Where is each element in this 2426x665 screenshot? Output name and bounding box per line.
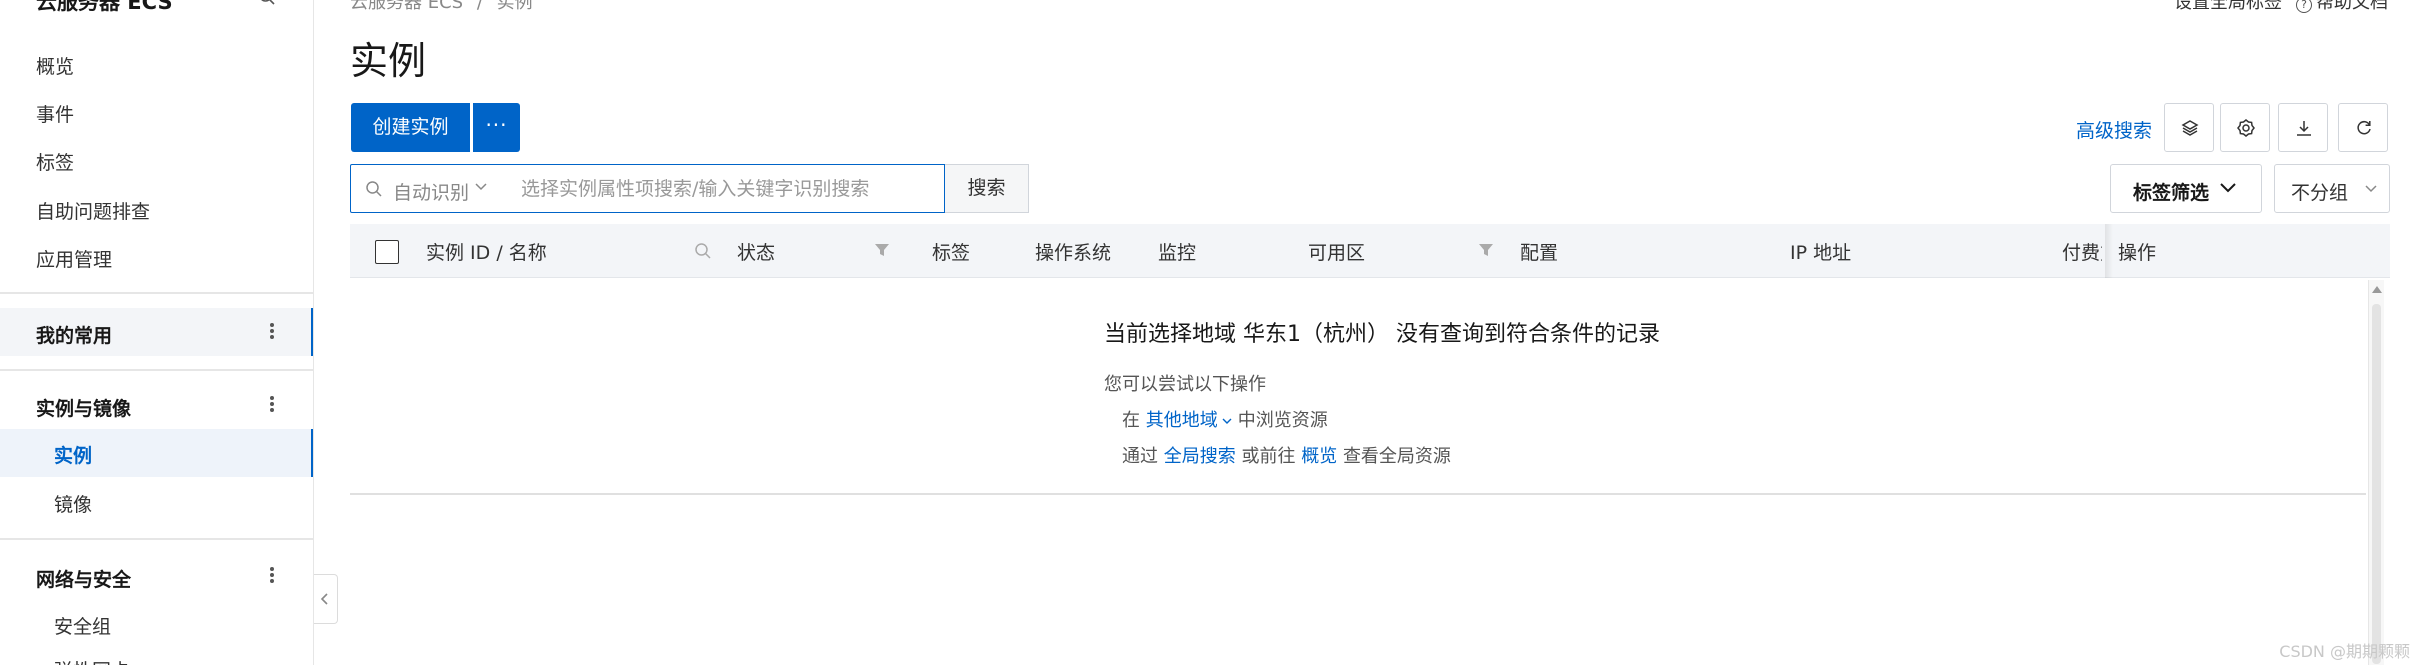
column-spec: 配置 <box>1520 242 1559 264</box>
sidebar-title: 云服务器 ECS <box>36 0 173 14</box>
more-icon[interactable] <box>268 321 276 341</box>
overview-link[interactable]: 概览 <box>1301 446 1337 467</box>
page-title: 实例 <box>350 39 427 83</box>
sidebar-collapse-handle[interactable] <box>314 574 338 624</box>
sidebar: 云服务器 ECS 概览 事件 标签 自助问题排查 应用管理 我的常用 实例与镜像… <box>0 0 314 665</box>
sidebar-item-label: 实例 <box>54 445 93 467</box>
global-search-link[interactable]: 全局搜索 <box>1164 446 1236 467</box>
chevron-left-icon <box>320 593 328 605</box>
chevron-down-icon <box>2220 183 2236 193</box>
sidebar-group-network-security[interactable]: 网络与安全 <box>0 552 313 600</box>
empty-state-suggestion: 在 其他地域 中浏览资源 <box>1122 406 1660 432</box>
sticky-column-shadow <box>2105 224 2113 278</box>
column-billing: 付费方式 <box>2062 242 2102 264</box>
column-monitoring: 监控 <box>1158 242 1197 264</box>
scrollbar-thumb[interactable] <box>2372 304 2381 664</box>
sidebar-group-favorites[interactable]: 我的常用 <box>0 308 313 356</box>
filter-icon[interactable] <box>1478 242 1494 258</box>
refresh-button[interactable] <box>2338 103 2388 152</box>
sidebar-item-security-groups[interactable]: 安全组 <box>54 612 111 639</box>
search-mode-select[interactable]: 自动识别 <box>393 178 469 205</box>
chevron-down-icon[interactable] <box>475 183 487 191</box>
instance-search-box[interactable]: 自动识别 <box>350 164 945 213</box>
top-links: 设置全局标签 ? 帮助文档 <box>2174 0 2388 14</box>
column-actions: 操作 <box>2118 242 2157 264</box>
empty-state: 当前选择地域 华东1（杭州） 没有查询到符合条件的记录 您可以尝试以下操作 在 … <box>1104 316 1660 468</box>
suggestion-text: 中浏览资源 <box>1237 410 1328 431</box>
column-os: 操作系统 <box>1035 242 1112 264</box>
sidebar-item-events[interactable]: 事件 <box>36 100 74 127</box>
sidebar-item-troubleshoot[interactable]: 自助问题排查 <box>36 197 150 224</box>
select-all-checkbox[interactable] <box>375 240 399 264</box>
advanced-search-link[interactable]: 高级搜索 <box>2076 116 2152 143</box>
layers-button[interactable] <box>2164 103 2214 152</box>
sidebar-item-eni[interactable]: 弹性网卡 <box>54 656 130 665</box>
sidebar-item-tags[interactable]: 标签 <box>36 148 74 175</box>
column-status: 状态 <box>737 242 776 264</box>
other-regions-link[interactable]: 其他地域 <box>1146 410 1218 431</box>
refresh-icon <box>2357 120 2371 135</box>
empty-state-subtitle: 您可以尝试以下操作 <box>1104 374 1266 395</box>
suggestion-text: 在 <box>1122 410 1140 431</box>
column-ip: IP 地址 <box>1790 242 1852 264</box>
sidebar-item-instances[interactable]: 实例 <box>0 429 313 477</box>
breadcrumb-item[interactable]: 云服务器 ECS <box>350 0 463 13</box>
empty-state-title: 当前选择地域 华东1（杭州） 没有查询到符合条件的记录 <box>1104 322 1660 347</box>
column-instance-id: 实例 ID / 名称 <box>426 242 547 264</box>
empty-state-suggestion: 通过 全局搜索 或前往 概览 查看全局资源 <box>1122 442 1660 468</box>
sidebar-divider <box>0 538 313 540</box>
table-header: 实例 ID / 名称 状态 标签 操作系统 监控 可用区 配置 IP 地址 付费… <box>350 224 2390 278</box>
gear-icon <box>2237 119 2255 137</box>
more-actions-button[interactable]: ··· <box>473 103 520 152</box>
sidebar-item-images[interactable]: 镜像 <box>54 490 92 517</box>
sidebar-item-app-management[interactable]: 应用管理 <box>36 245 112 272</box>
search-input[interactable] <box>521 175 931 203</box>
sidebar-group-label: 我的常用 <box>36 325 113 347</box>
search-icon <box>366 181 382 197</box>
filter-icon[interactable] <box>874 242 890 258</box>
tag-filter-label: 标签筛选 <box>2133 182 2210 204</box>
download-button[interactable] <box>2278 103 2328 152</box>
global-tag-settings-link[interactable]: 设置全局标签 <box>2174 0 2282 14</box>
search-icon[interactable] <box>258 0 276 6</box>
table-bottom-border <box>350 493 2366 495</box>
more-icon[interactable] <box>268 394 276 414</box>
suggestion-text: 查看全局资源 <box>1342 446 1451 467</box>
layers-icon <box>2181 120 2199 136</box>
more-icon[interactable] <box>268 565 276 585</box>
breadcrumb-separator: / <box>476 0 483 13</box>
sidebar-group-instances-images[interactable]: 实例与镜像 <box>0 381 313 429</box>
sidebar-group-label: 实例与镜像 <box>36 398 132 420</box>
sidebar-divider <box>0 292 313 294</box>
sidebar-header: 云服务器 ECS <box>0 0 313 16</box>
chevron-down-icon <box>2365 185 2377 193</box>
suggestion-text: 或前往 <box>1241 446 1296 467</box>
tag-filter-dropdown[interactable]: 标签筛选 <box>2110 164 2262 213</box>
group-by-select[interactable]: 不分组 <box>2274 164 2390 213</box>
create-instance-button[interactable]: 创建实例 <box>351 103 470 152</box>
download-icon <box>2297 121 2311 136</box>
chevron-down-icon[interactable] <box>1222 418 1232 425</box>
suggestion-text: 通过 <box>1122 446 1158 467</box>
settings-button[interactable] <box>2220 103 2270 152</box>
breadcrumb: 云服务器 ECS / 实例 <box>350 0 533 14</box>
sidebar-group-label: 网络与安全 <box>36 569 132 591</box>
help-docs-label: 帮助文档 <box>2316 0 2388 13</box>
column-zone: 可用区 <box>1308 242 1366 264</box>
search-button[interactable]: 搜索 <box>945 164 1029 213</box>
column-tags: 标签 <box>932 242 971 264</box>
help-icon: ? <box>2296 0 2312 13</box>
sidebar-divider <box>0 369 313 371</box>
help-docs-link[interactable]: ? 帮助文档 <box>2296 0 2388 14</box>
breadcrumb-item: 实例 <box>496 0 533 13</box>
search-icon[interactable] <box>694 242 712 260</box>
sidebar-item-overview[interactable]: 概览 <box>36 52 74 79</box>
watermark: CSDN @期期颗颗 <box>2279 642 2410 661</box>
scroll-up-icon[interactable] <box>2372 286 2382 293</box>
vertical-scrollbar[interactable] <box>2368 280 2384 665</box>
group-by-label: 不分组 <box>2291 182 2349 204</box>
